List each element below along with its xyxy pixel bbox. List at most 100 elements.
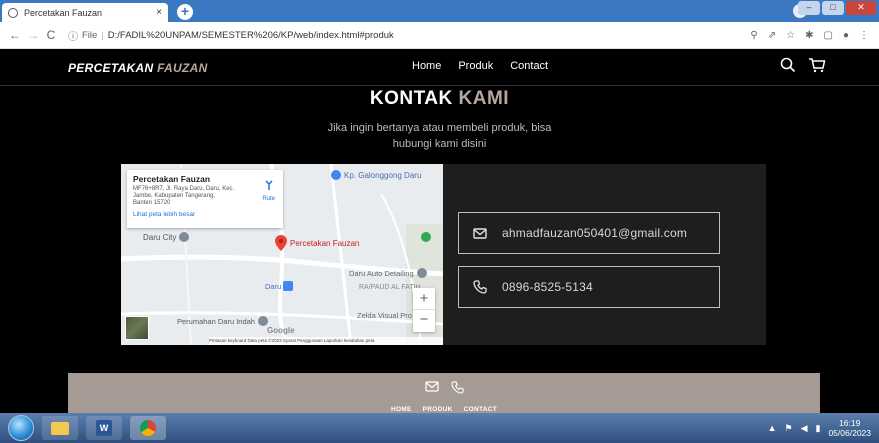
directions-icon [265, 180, 273, 190]
map-label: Daru City [143, 232, 177, 242]
new-tab-button[interactable]: + [177, 4, 193, 20]
map-pin-perumahan[interactable]: Perumahan Daru Indah [177, 316, 268, 326]
share-icon[interactable]: ⇗ [768, 30, 776, 41]
cart-icon[interactable] [808, 57, 826, 73]
map-label-ra-paud: RA/PAUD AL FATIH [359, 284, 421, 291]
nav-home-link[interactable]: Home [412, 60, 441, 72]
map-pin-kp-galonggong[interactable]: Kp. Galonggong Daru [331, 170, 421, 180]
chrome-icon [140, 420, 156, 436]
minimize-button[interactable]: – [798, 1, 820, 15]
phone-icon [473, 280, 487, 294]
taskbar-chrome[interactable] [130, 416, 166, 440]
map-address-1: MF76+8R7, Jl. Raya Daru, Daru, Kec. [133, 186, 235, 192]
contact-area: Kp. Galonggong Daru Daru City Percetakan… [121, 164, 766, 345]
bookmark-star-icon[interactable]: ☆ [786, 30, 795, 41]
scheme-label: File [82, 29, 98, 41]
zoom-in-button[interactable]: + [413, 288, 435, 310]
menu-icon[interactable]: ⋮ [859, 30, 869, 41]
close-window-button[interactable]: ✕ [846, 1, 876, 15]
phone-icon[interactable] [450, 381, 464, 394]
browser-toolbar-icons: ⚲ ⇗ ☆ ✱ ▢ ● ⋮ [750, 30, 873, 41]
map-label: Kp. Galonggong Daru [344, 170, 422, 180]
site-footer: HOME PRODUK CONTACT [68, 373, 820, 413]
web-page: PERCETAKAN FAUZAN Home Produk Contact KO… [0, 50, 879, 413]
window-controls: – □ ✕ [798, 1, 876, 15]
site-logo[interactable]: PERCETAKAN FAUZAN [68, 61, 208, 75]
satellite-toggle[interactable] [125, 316, 149, 340]
globe-icon [8, 7, 18, 18]
reload-button[interactable]: C [42, 28, 60, 42]
map-label: Perumahan Daru Indah [177, 316, 255, 326]
tab-close-button[interactable]: × [156, 7, 162, 18]
brand-main: PERCETAKAN [68, 61, 154, 75]
header-icons [780, 57, 826, 73]
back-button[interactable]: ← [6, 28, 24, 42]
tray-arrow-icon[interactable]: ▲ [768, 423, 777, 433]
section-subtitle: Jika ingin bertanya atau membeli produk,… [0, 120, 879, 152]
phone-text[interactable]: 0896-8525-5134 [502, 280, 593, 294]
profile-icon[interactable]: ● [843, 30, 849, 41]
start-button[interactable] [8, 415, 34, 441]
footer-nav: HOME PRODUK CONTACT [68, 406, 820, 413]
nav-produk-link[interactable]: Produk [458, 60, 493, 72]
taskbar-explorer[interactable] [42, 416, 78, 440]
browser-titlebar: Percetakan Fauzan × + ⌄ – □ ✕ [0, 0, 879, 22]
footer-contact-link[interactable]: CONTACT [464, 406, 497, 413]
google-logo: Google [267, 326, 295, 335]
phone-card[interactable]: 0896-8525-5134 [458, 266, 720, 308]
place-marker-icon [331, 170, 341, 180]
map-pin-auto-detailing[interactable]: Daru Auto Detailing [349, 268, 427, 278]
flag-icon[interactable]: ⚑ [785, 423, 793, 434]
volume-icon[interactable]: ◀ [801, 423, 808, 434]
site-header: PERCETAKAN FAUZAN Home Produk Contact [0, 50, 879, 86]
address-bar[interactable]: ⓘ File | D:/FADIL%20UNPAM/SEMESTER%206/K… [68, 25, 750, 45]
browser-tab[interactable]: Percetakan Fauzan × [2, 3, 168, 22]
map-address-3: Banten 15720 [133, 200, 171, 206]
url-text[interactable]: D:/FADIL%20UNPAM/SEMESTER%206/KP/web/ind… [108, 30, 394, 41]
nav-contact-link[interactable]: Contact [510, 60, 548, 72]
map-address-2: Jambe, Kabupaten Tangerang, [133, 193, 215, 199]
taskbar-word[interactable]: W [86, 416, 122, 440]
maximize-button[interactable]: □ [822, 1, 844, 15]
map-label: Daru [265, 281, 282, 291]
map-place-name: Percetakan Fauzan [133, 174, 211, 184]
brand-accent: FAUZAN [157, 61, 208, 75]
map-attribution[interactable]: Pintasan keyboard Data peta ©2023 Syarat… [209, 337, 443, 345]
map-pin-percetakan[interactable]: Percetakan Fauzan [275, 235, 359, 251]
embedded-map[interactable]: Kp. Galonggong Daru Daru City Percetakan… [121, 164, 443, 345]
view-larger-map-link[interactable]: Lihat peta lebih besar [133, 211, 277, 218]
map-zoom-controls: + − [413, 288, 435, 332]
sidebar-icon[interactable]: ▢ [824, 30, 833, 41]
section-title: KONTAK KAMI [0, 88, 879, 110]
envelope-icon[interactable] [424, 381, 439, 392]
tab-title: Percetakan Fauzan [24, 7, 103, 18]
taskbar-clock[interactable]: 16:19 05/06/2023 [828, 418, 871, 438]
footer-produk-link[interactable]: PRODUK [423, 406, 453, 413]
train-icon [283, 281, 294, 291]
subtitle-line-1: Jika ingin bertanya atau membeli produk,… [327, 122, 552, 134]
zoom-icon[interactable]: ⚲ [750, 30, 757, 41]
word-icon: W [96, 420, 112, 436]
map-label: Percetakan Fauzan [290, 238, 360, 248]
clock-time: 16:19 [839, 418, 861, 428]
map-pin-daru-city[interactable]: Daru City [143, 232, 190, 242]
search-icon[interactable] [780, 57, 796, 73]
footer-home-link[interactable]: HOME [391, 406, 412, 413]
red-pin-icon [275, 235, 287, 251]
info-icon[interactable]: ⓘ [68, 28, 78, 43]
place-marker-icon [179, 232, 190, 242]
extensions-icon[interactable]: ✱ [805, 30, 813, 41]
email-card[interactable]: ahmadfauzan050401@gmail.com [458, 212, 720, 254]
windows-taskbar: W ▲ ⚑ ◀ ▮ 16:19 05/06/2023 [0, 413, 879, 443]
map-pin-green[interactable] [421, 232, 431, 242]
route-label: Rute [262, 196, 275, 202]
forward-button[interactable]: → [24, 28, 42, 42]
route-button[interactable]: Rute [262, 178, 275, 202]
zoom-out-button[interactable]: − [413, 310, 435, 332]
system-tray: ▲ ⚑ ◀ ▮ 16:19 05/06/2023 [768, 418, 879, 438]
email-text[interactable]: ahmadfauzan050401@gmail.com [502, 226, 687, 240]
map-pin-daru-station[interactable]: Daru [265, 281, 294, 291]
title-main: KONTAK [369, 88, 453, 109]
place-marker-icon [257, 316, 268, 326]
signal-icon[interactable]: ▮ [816, 423, 821, 434]
